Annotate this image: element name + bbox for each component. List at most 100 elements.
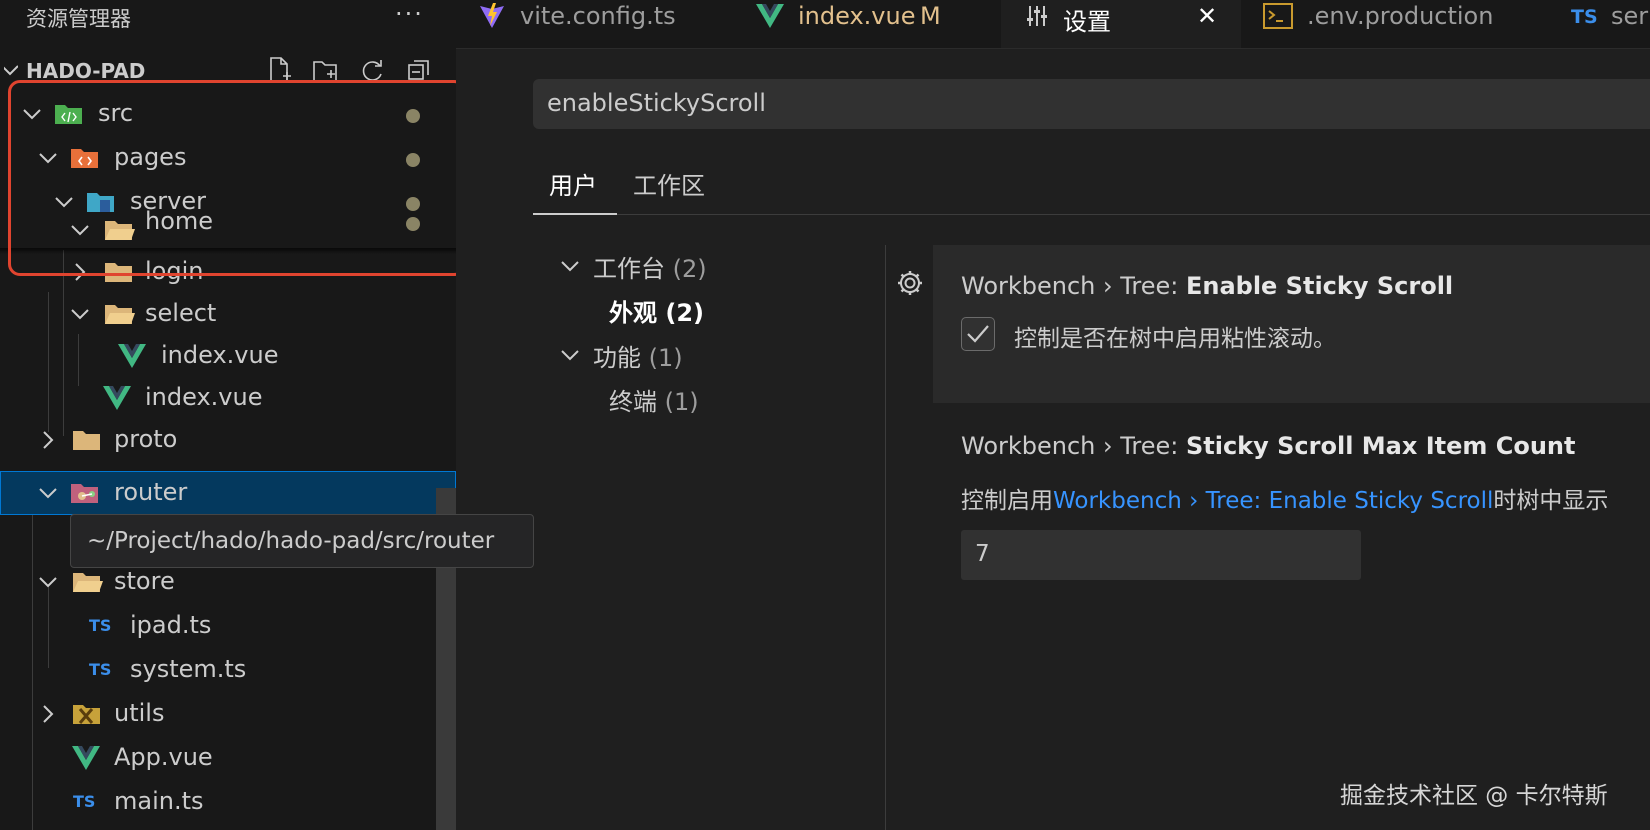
setting-title: Workbench › Tree: Enable Sticky Scroll <box>961 272 1453 300</box>
tab-label: ser <box>1611 2 1649 30</box>
tree-item-label: index.vue <box>161 341 279 369</box>
search-query: enableStickyScroll <box>547 89 766 117</box>
chevron-down-icon <box>561 350 579 361</box>
setting-name: Enable Sticky Scroll <box>1185 272 1454 300</box>
tree-item-label: App.vue <box>114 743 213 771</box>
tree-item-label: utils <box>114 699 165 727</box>
chevron-right-icon <box>43 705 54 723</box>
tree-item-label: router <box>114 478 188 506</box>
tab-user-settings[interactable]: 用户 <box>549 166 597 201</box>
toc-label: 终端 <box>609 388 657 416</box>
explorer-title: 资源管理器 <box>26 7 131 31</box>
tree-item-app-vue[interactable]: App.vue <box>0 736 456 780</box>
toc-item-features[interactable]: 功能 (1) <box>593 338 683 373</box>
tab-label: .env.production <box>1307 2 1494 30</box>
tree-item-router[interactable]: router <box>0 471 456 515</box>
setting-title: Workbench › Tree: Sticky Scroll Max Item… <box>961 432 1576 460</box>
enable-sticky-scroll-checkbox[interactable] <box>961 317 995 351</box>
chevron-down-icon <box>39 488 57 499</box>
folder-open-icon <box>73 573 103 592</box>
toc-count: (1) <box>664 388 699 416</box>
toc-count: (2) <box>665 299 704 327</box>
typescript-file-icon: TS <box>73 792 96 811</box>
chevron-down-icon <box>561 261 579 272</box>
utils-folder-icon <box>73 705 100 724</box>
tab-workspace-settings[interactable]: 工作区 <box>633 166 705 201</box>
toc-label: 工作台 <box>593 255 665 283</box>
more-actions-icon[interactable]: ··· <box>395 0 424 28</box>
tree-item-label: main.ts <box>114 787 204 815</box>
tree-item-proto[interactable]: proto <box>0 418 456 462</box>
setting-link[interactable]: Workbench › Tree: Enable Sticky Scroll <box>1053 488 1493 514</box>
editor-tab-bar: vite.config.ts index.vue M 设置 ✕ .env.pro… <box>456 0 1650 49</box>
terminal-file-icon <box>1263 3 1293 29</box>
tab-env-production[interactable]: .env.production <box>1241 0 1552 48</box>
annotation-highlight-box <box>8 80 456 276</box>
tree-item-select-index-vue[interactable]: index.vue <box>0 334 456 378</box>
setting-name: Sticky Scroll Max Item Count <box>1185 432 1576 460</box>
tab-label: vite.config.ts <box>520 2 676 30</box>
settings-scope-tabs: 用户 工作区 <box>533 158 1650 215</box>
chevron-right-icon <box>43 431 54 449</box>
toc-label: 外观 <box>609 299 657 327</box>
toc-item-terminal[interactable]: 终端 (1) <box>609 382 699 417</box>
explorer-header: 资源管理器 ··· <box>0 0 456 34</box>
settings-search-input[interactable]: enableStickyScroll <box>533 79 1650 129</box>
tree-item-label: store <box>114 567 175 595</box>
toc-label: 功能 <box>593 344 641 372</box>
toc-count: (2) <box>672 255 707 283</box>
setting-category: Workbench › Tree: <box>961 272 1186 300</box>
modified-badge: M <box>920 2 941 30</box>
input-value: 7 <box>975 541 990 567</box>
folder-icon <box>73 431 100 450</box>
tab-settings[interactable]: 设置 ✕ <box>1001 0 1242 48</box>
active-tab-indicator <box>533 213 617 215</box>
setting-description: 控制是否在树中启用粘性滚动。 <box>1014 326 1336 352</box>
setting-description: 控制启用Workbench › Tree: Enable Sticky Scro… <box>961 481 1608 515</box>
tree-item-system-ts[interactable]: TS system.ts <box>0 648 456 692</box>
toc-divider <box>885 245 886 830</box>
description-text: 控制启用 <box>961 488 1053 514</box>
check-icon <box>967 325 989 343</box>
tooltip-text: ~/Project/hado/hado-pad/src/router <box>87 528 495 554</box>
tab-index-vue[interactable]: index.vue M <box>732 0 1002 48</box>
tree-item-label: system.ts <box>130 655 247 683</box>
tab-label: index.vue <box>798 2 916 30</box>
tree-item-label: ipad.ts <box>130 611 212 639</box>
chevron-down-icon <box>4 65 18 76</box>
tab-vite-config[interactable]: vite.config.ts <box>456 0 733 48</box>
tree-item-server-index-vue[interactable]: index.vue <box>0 376 456 420</box>
tab-ser[interactable]: TS ser <box>1551 0 1650 48</box>
description-text: 时树中显示 <box>1493 488 1609 514</box>
vue-file-icon <box>72 746 100 770</box>
typescript-file-icon: TS <box>89 616 112 635</box>
max-item-count-input[interactable]: 7 <box>961 530 1361 580</box>
folder-open-icon <box>105 305 135 324</box>
tab-label: 设置 <box>1063 8 1111 36</box>
tree-item-label: index.vue <box>145 383 263 411</box>
watermark: 掘金技术社区 @ 卡尔特斯 <box>1340 783 1608 809</box>
tree-item-main-ts[interactable]: TS main.ts <box>0 780 456 824</box>
chevron-down-icon <box>71 309 89 320</box>
vue-file-icon <box>118 344 146 368</box>
vite-file-icon <box>480 3 504 28</box>
toc-item-workbench[interactable]: 工作台 (2) <box>593 249 707 284</box>
tree-item-label: select <box>145 299 217 327</box>
settings-sliders-icon <box>1027 6 1047 26</box>
typescript-file-icon: TS <box>1571 6 1598 28</box>
tree-item-utils[interactable]: utils <box>0 692 456 736</box>
tree-item-label: proto <box>114 425 178 453</box>
setting-category: Workbench › Tree: <box>961 432 1186 460</box>
explorer-sidebar: 资源管理器 ··· HADO-PAD login select index.vu… <box>0 0 456 830</box>
tree-item-select[interactable]: select <box>0 292 456 336</box>
toc-item-appearance[interactable]: 外观 (2) <box>609 293 704 328</box>
typescript-file-icon: TS <box>89 660 112 679</box>
path-tooltip: ~/Project/hado/hado-pad/src/router <box>70 514 534 568</box>
vue-file-icon <box>756 4 784 28</box>
vue-file-icon <box>103 386 131 410</box>
tree-item-ipad-ts[interactable]: TS ipad.ts <box>0 604 456 648</box>
router-folder-icon <box>71 484 98 503</box>
gear-icon[interactable] <box>895 268 925 298</box>
close-tab-icon[interactable]: ✕ <box>1197 2 1217 30</box>
chevron-down-icon <box>39 577 57 588</box>
